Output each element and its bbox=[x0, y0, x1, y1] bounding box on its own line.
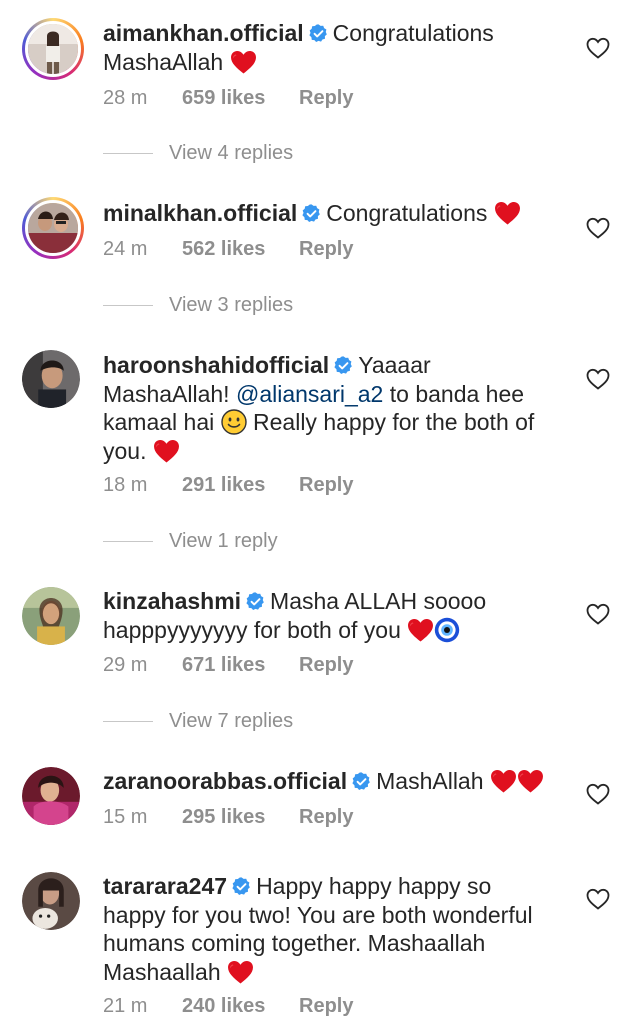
reply-button[interactable]: Reply bbox=[299, 238, 353, 261]
verified-badge-icon bbox=[245, 591, 266, 612]
heart-outline-icon[interactable] bbox=[586, 37, 610, 59]
reply-button[interactable]: Reply bbox=[299, 806, 353, 829]
view-replies-button[interactable]: View 3 replies bbox=[103, 294, 293, 317]
comment-likes[interactable]: 671 likes bbox=[182, 654, 299, 677]
avatar[interactable] bbox=[22, 767, 80, 825]
comment-username[interactable]: minalkhan.official bbox=[103, 200, 297, 226]
comment-meta: 18 m 291 likes Reply bbox=[103, 474, 353, 497]
comment-body: to banda hee bbox=[389, 380, 525, 407]
comment-time: 18 m bbox=[103, 474, 148, 496]
nazar-amulet-icon bbox=[434, 617, 460, 643]
red-heart-icon bbox=[494, 201, 521, 225]
comment-body: Congratulations bbox=[326, 200, 488, 226]
comment-time: 28 m bbox=[103, 87, 148, 109]
divider bbox=[103, 721, 153, 722]
comment-body: Yaaaar bbox=[358, 352, 431, 378]
verified-badge-icon bbox=[301, 203, 322, 224]
comment-meta: 21 m 240 likes Reply bbox=[103, 995, 353, 1018]
comment-body: you. bbox=[103, 437, 147, 464]
divider bbox=[103, 153, 153, 154]
comment-text: kinzahashmi Masha ALLAH soooo happpyyyyyy… bbox=[103, 587, 555, 644]
heart-outline-icon[interactable] bbox=[586, 217, 610, 239]
comment-meta: 29 m 671 likes Reply bbox=[103, 654, 353, 677]
comment-text: zaranoorabbas.official MashAllah bbox=[103, 767, 555, 796]
divider bbox=[103, 541, 153, 542]
avatar[interactable] bbox=[22, 197, 84, 259]
heart-outline-icon[interactable] bbox=[586, 603, 610, 625]
comment-time: 15 m bbox=[103, 806, 148, 828]
avatar[interactable] bbox=[22, 872, 80, 930]
view-replies-label[interactable]: View 1 reply bbox=[169, 530, 278, 553]
reply-button[interactable]: Reply bbox=[299, 995, 353, 1018]
slightly-smiling-face-icon bbox=[221, 409, 247, 435]
comment-body: Really happy for the both of bbox=[253, 409, 535, 435]
comment-text: haroonshahidofficial Yaaaar MashaAllah! @… bbox=[103, 351, 555, 465]
comment-text: tararara247 Happy happy happy so happy fo… bbox=[103, 872, 555, 986]
red-heart-icon bbox=[153, 439, 180, 463]
verified-badge-icon bbox=[231, 876, 252, 897]
comment-body: Happy happy happy so bbox=[256, 873, 492, 899]
comment-body: Mashaallah bbox=[103, 958, 221, 985]
comment-likes[interactable]: 240 likes bbox=[182, 995, 299, 1018]
comment-username[interactable]: aimankhan.official bbox=[103, 20, 304, 46]
comment-text: aimankhan.official Congratulations MashaA… bbox=[103, 19, 555, 76]
comment-username[interactable]: kinzahashmi bbox=[103, 588, 241, 614]
comment-likes[interactable]: 291 likes bbox=[182, 474, 299, 497]
comment-body: MashaAllah! bbox=[103, 380, 230, 407]
comment-body: Masha ALLAH soooo bbox=[270, 588, 487, 614]
comment-likes[interactable]: 659 likes bbox=[182, 87, 299, 110]
comment-body: Congratulations bbox=[332, 20, 494, 46]
comment-meta: 28 m 659 likes Reply bbox=[103, 87, 353, 110]
comment-username[interactable]: zaranoorabbas.official bbox=[103, 768, 347, 794]
comment-time: 21 m bbox=[103, 995, 148, 1017]
avatar[interactable] bbox=[22, 18, 84, 80]
comment-meta: 24 m 562 likes Reply bbox=[103, 238, 353, 261]
comment-body: kamaal hai bbox=[103, 409, 215, 435]
red-heart-icon bbox=[227, 960, 254, 984]
heart-outline-icon[interactable] bbox=[586, 368, 610, 390]
verified-badge-icon bbox=[308, 23, 329, 44]
comment-time: 29 m bbox=[103, 654, 148, 676]
red-heart-icon bbox=[407, 618, 434, 642]
avatar[interactable] bbox=[22, 587, 80, 645]
comment-text: minalkhan.official Congratulations bbox=[103, 199, 555, 228]
red-heart-icon bbox=[490, 769, 517, 793]
divider bbox=[103, 305, 153, 306]
avatar[interactable] bbox=[22, 350, 80, 408]
verified-badge-icon bbox=[351, 771, 372, 792]
heart-outline-icon[interactable] bbox=[586, 888, 610, 910]
comment-body: happy for you two! You are both wonderfu… bbox=[103, 901, 533, 928]
mention-link[interactable]: @aliansari_a2 bbox=[236, 381, 383, 407]
comment-body: happpyyyyyyy for both of you bbox=[103, 616, 401, 643]
comment-body: humans coming together. Mashaallah bbox=[103, 930, 486, 956]
comment-meta: 15 m 295 likes Reply bbox=[103, 806, 353, 829]
view-replies-label[interactable]: View 7 replies bbox=[169, 710, 293, 733]
reply-button[interactable]: Reply bbox=[299, 87, 353, 110]
comment-body: MashaAllah bbox=[103, 48, 224, 75]
view-replies-label[interactable]: View 3 replies bbox=[169, 294, 293, 317]
view-replies-button[interactable]: View 7 replies bbox=[103, 710, 293, 733]
view-replies-label[interactable]: View 4 replies bbox=[169, 142, 293, 165]
comment-time: 24 m bbox=[103, 238, 148, 260]
reply-button[interactable]: Reply bbox=[299, 654, 353, 677]
comment-username[interactable]: tararara247 bbox=[103, 873, 227, 899]
view-replies-button[interactable]: View 1 reply bbox=[103, 530, 278, 553]
comment-body: MashAllah bbox=[376, 768, 484, 794]
reply-button[interactable]: Reply bbox=[299, 474, 353, 497]
comment-username[interactable]: haroonshahidofficial bbox=[103, 352, 329, 378]
verified-badge-icon bbox=[333, 355, 354, 376]
red-heart-icon bbox=[230, 50, 257, 74]
red-heart-icon bbox=[517, 769, 544, 793]
heart-outline-icon[interactable] bbox=[586, 783, 610, 805]
view-replies-button[interactable]: View 4 replies bbox=[103, 142, 293, 165]
comment-likes[interactable]: 295 likes bbox=[182, 806, 299, 829]
comment-likes[interactable]: 562 likes bbox=[182, 238, 299, 261]
